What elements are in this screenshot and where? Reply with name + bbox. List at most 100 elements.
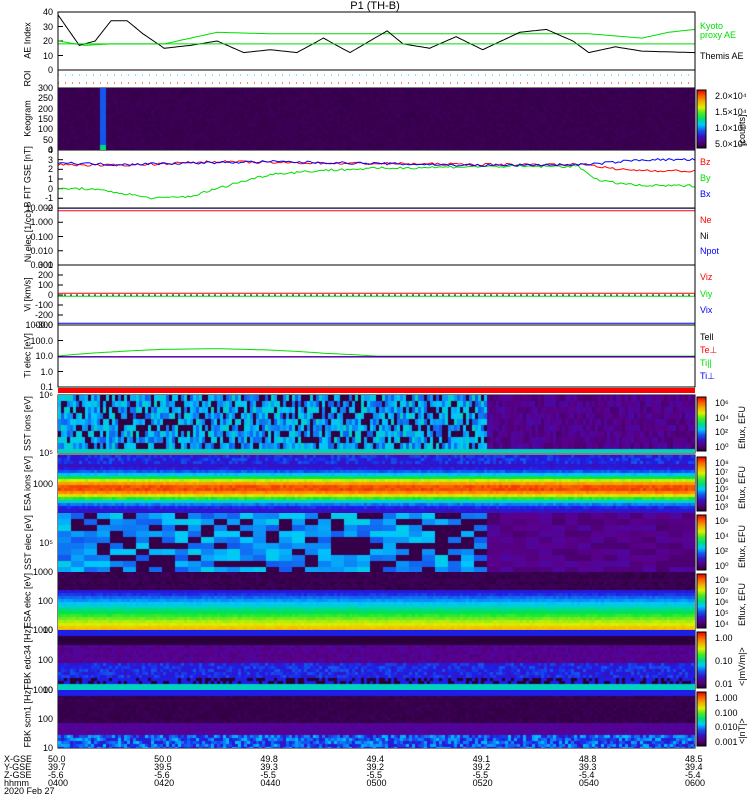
y-tick-label: 150	[37, 114, 53, 124]
y-tick-label: 1000	[32, 479, 53, 489]
colorbar-label: 0.100	[715, 707, 738, 718]
y-tick-label: 1000	[32, 685, 53, 695]
colorbar-label: 10⁰	[715, 561, 729, 571]
colorbar-sst_elec	[696, 514, 707, 571]
y-tick-label: 40	[42, 7, 53, 17]
panel-frame-roi	[57, 69, 696, 89]
legend-ni-0: Ne	[700, 215, 712, 225]
y-tick-label: 0	[47, 290, 53, 300]
legend-vi-1: Viy	[700, 288, 713, 299]
colorbar-title: <|nT|>	[737, 718, 747, 744]
y-tick-label: 100	[37, 280, 53, 290]
legend-ti-1: Te⊥	[700, 345, 718, 355]
colorbar-esa_elec	[696, 573, 707, 629]
spectrogram-fbk_edc	[58, 630, 695, 690]
x-tick-label: 0540	[578, 778, 599, 788]
x-tick-label: 0500	[366, 778, 387, 788]
colorbar-keogram	[696, 89, 707, 149]
y-tick-label: 10	[42, 50, 53, 61]
y-tick-label: 2	[47, 164, 53, 175]
colorbar-label: 10³	[715, 502, 729, 512]
legend-bfit-0: Bz	[700, 157, 711, 167]
series-line-bfit-1	[57, 164, 696, 200]
colorbar-title: Eflux, EFU	[737, 582, 747, 626]
y-tick-label: 0	[47, 183, 53, 194]
y-tick-label: 0.010	[30, 245, 53, 256]
legend-ni-1: Ni	[700, 230, 709, 241]
y-tick-label: 1	[47, 174, 53, 184]
y-tick-label: 3	[47, 154, 53, 165]
y-tick-label: 300	[37, 260, 53, 270]
colorbar-label: 10⁶	[715, 516, 729, 526]
x-tick-label: 0420	[154, 778, 175, 788]
colorbar-title: <|mV/m|>	[737, 647, 747, 686]
legend-vi-0: Viz	[700, 272, 713, 282]
colorbar-esa_ions	[696, 456, 707, 512]
colorbar-fbk_edc	[696, 631, 707, 689]
colorbar-label: 10⁶	[715, 398, 729, 408]
colorbar-label: 1.00	[715, 633, 733, 643]
colorbar-sst_ions	[696, 396, 707, 452]
colorbar-label: 10²	[715, 546, 729, 556]
colorbar-label: 10⁴	[715, 412, 729, 423]
colorbar-label: 10⁷	[715, 586, 729, 596]
y-tick-label: 20	[42, 36, 53, 46]
y-tick-label: 10.0	[35, 351, 53, 361]
y-tick-label: 200	[37, 270, 53, 280]
y-tick-label: 10⁶	[39, 390, 53, 400]
legend-ti-2: Ti||	[700, 358, 712, 368]
colorbar-label: 0.010	[715, 722, 738, 733]
colorbar-label: 10⁶	[715, 597, 729, 607]
y-tick-label: 1.000	[30, 217, 53, 228]
y-tick-label: 1.0	[40, 366, 53, 377]
colorbar-title: Eflux, EFU	[737, 524, 747, 568]
y-tick-label: 100	[37, 124, 53, 135]
colorbar-label: 0.01	[715, 679, 733, 689]
colorbar-label: 10⁴	[715, 531, 729, 541]
colorbar-label: 10⁵	[715, 608, 729, 618]
y-tick-label: 250	[37, 93, 53, 104]
legend-ti-3: Ti⊥	[700, 371, 716, 381]
colorbar-title: [counts]	[737, 114, 747, 146]
spectrogram-esa_elec	[58, 572, 695, 630]
y-tick-label: 30	[42, 21, 53, 32]
panel-frame-bfit	[57, 149, 696, 209]
y-tick-label: -100	[34, 300, 53, 310]
y-tick-label: -200	[34, 310, 53, 320]
legend-bfit-1: By	[700, 173, 711, 183]
y-tick-label: 1000	[32, 625, 53, 635]
y-tick-label: 100	[37, 655, 53, 665]
y-tick-label: 200	[37, 103, 53, 114]
spectrogram-fbk_scm	[58, 690, 695, 748]
y-tick-label: 1000	[32, 567, 53, 577]
colorbar-label: 10²	[715, 427, 729, 438]
spectrogram-keogram	[58, 88, 695, 150]
legend-ae-0: Kyoto proxy AE	[700, 21, 737, 40]
colorbar-label: 10⁴	[715, 619, 729, 629]
series-line-ti-2	[57, 348, 695, 357]
legend-bfit-2: Bx	[700, 189, 711, 199]
y-tick-label: 100	[37, 714, 53, 724]
colorbar-label: 0.001	[715, 737, 738, 747]
x-tick-label: 0600	[685, 778, 706, 788]
legend-vi-2: Vix	[700, 305, 713, 316]
y-tick-label: 50	[42, 134, 53, 145]
y-tick-label: 100.0	[30, 335, 53, 346]
spectrogram-sst_ions	[58, 395, 695, 453]
legend-ni-2: Npot	[700, 246, 720, 257]
legend-ae-1: Themis AE	[700, 51, 744, 61]
flag-strip	[58, 388, 695, 393]
colorbar-label: 0.10	[715, 656, 733, 666]
y-tick-label: 1000.0	[25, 320, 53, 330]
colorbar-fbk_scm	[696, 691, 707, 747]
date-label: 2020 Feb 27	[4, 786, 55, 796]
y-tick-label: 4	[47, 145, 53, 155]
colorbar-label: 10⁸	[715, 575, 729, 585]
y-tick-label: 10⁵	[39, 537, 53, 548]
y-tick-label: 0.100	[30, 231, 53, 242]
colorbar-title: Eflux, EFU	[737, 405, 747, 449]
y-tick-label: 100	[37, 596, 53, 606]
y-axis-label-sst_ions: SST ions [eV]	[22, 396, 33, 451]
y-tick-label: 10	[42, 743, 53, 753]
legend-ti-0: Tell	[700, 332, 714, 342]
